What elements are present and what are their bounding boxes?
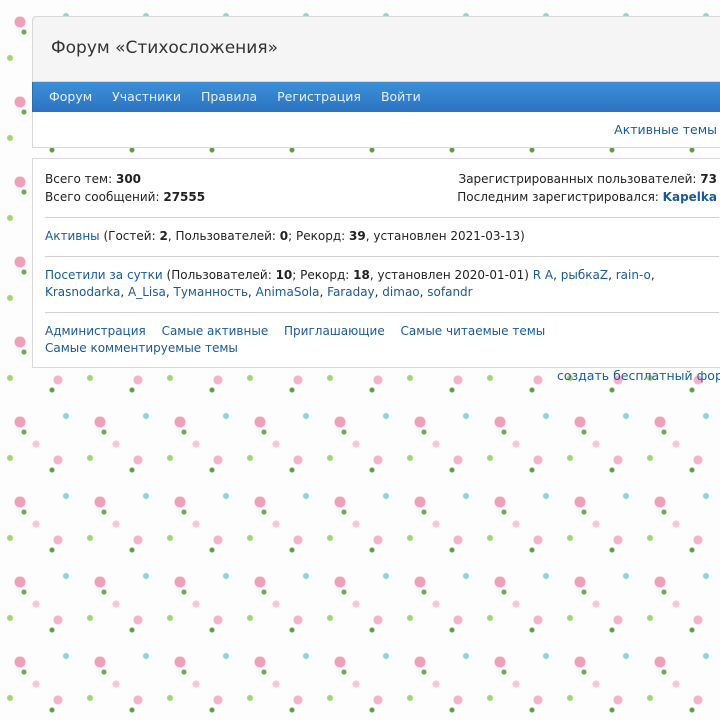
visitor-link[interactable]: dimao xyxy=(382,285,419,299)
stats-panel: Всего тем: 300 Всего сообщений: 27555 За… xyxy=(32,158,720,368)
visitor-link[interactable]: Faraday xyxy=(327,285,375,299)
online-record: 39 xyxy=(349,229,366,243)
daily-visitors-link[interactable]: Посетили за сутки xyxy=(45,268,163,282)
online-text-2: , Пользователей: xyxy=(167,229,276,243)
active-topics-link[interactable]: Активные темы xyxy=(614,122,717,137)
online-text-1: (Гостей: xyxy=(103,229,156,243)
daily-record: 18 xyxy=(353,268,370,282)
main-nav: Форум Участники Правила Регистрация Войт… xyxy=(32,82,720,112)
visitor-link[interactable]: sofandr xyxy=(427,285,472,299)
online-text-4: , установлен 2021-03-13) xyxy=(365,229,525,243)
stats-left: Всего тем: 300 Всего сообщений: 27555 xyxy=(45,170,205,206)
page-title: Форум «Стихосложения» xyxy=(51,38,278,58)
registered-value: 73 xyxy=(700,172,717,186)
inviters-link[interactable]: Приглашающие xyxy=(284,324,385,338)
nav-forum[interactable]: Форум xyxy=(39,82,102,112)
nav-login[interactable]: Войти xyxy=(371,82,431,112)
forum-container: Форум «Стихосложения» Форум Участники Пр… xyxy=(32,16,720,368)
posts-label: Всего сообщений: xyxy=(45,190,160,204)
sub-bar: Активные темы xyxy=(32,112,720,148)
most-active-link[interactable]: Самые активные xyxy=(162,324,269,338)
daily-text-2: ; Рекорд: xyxy=(292,268,350,282)
visitor-link[interactable]: рыбкаZ xyxy=(561,268,608,282)
divider xyxy=(45,217,719,218)
online-line: Активны (Гостей: 2, Пользователей: 0; Ре… xyxy=(45,228,719,245)
daily-text-1: (Пользователей: xyxy=(166,268,272,282)
divider xyxy=(45,256,719,257)
online-users: 0 xyxy=(279,229,289,243)
registered-label: Зарегистрированных пользователей: xyxy=(458,172,697,186)
online-guests: 2 xyxy=(159,229,168,243)
posts-value: 27555 xyxy=(163,190,206,204)
last-registered-user-link[interactable]: Kapelka xyxy=(663,190,717,204)
last-registered-label: Последним зарегистрировался: xyxy=(457,190,659,204)
online-link[interactable]: Активны xyxy=(45,229,100,243)
topics-label: Всего тем: xyxy=(45,172,113,186)
topics-value: 300 xyxy=(115,172,142,186)
divider xyxy=(45,312,719,313)
nav-rules[interactable]: Правила xyxy=(191,82,267,112)
most-read-topics-link[interactable]: Самые читаемые темы xyxy=(401,324,546,338)
administration-link[interactable]: Администрация xyxy=(45,324,146,338)
stats-row: Всего тем: 300 Всего сообщений: 27555 За… xyxy=(45,170,719,206)
forum-header: Форум «Стихосложения» xyxy=(32,16,720,82)
visitor-link[interactable]: R A xyxy=(533,268,553,282)
daily-users: 10 xyxy=(275,268,293,282)
most-commented-topics-link[interactable]: Самые комментируемые темы xyxy=(45,341,238,355)
online-text-3: ; Рекорд: xyxy=(288,229,346,243)
visitor-link[interactable]: Туманность xyxy=(173,285,248,299)
nav-register[interactable]: Регистрация xyxy=(267,82,371,112)
daily-text-3: , установлен 2020-01-01) xyxy=(369,268,529,282)
nav-members[interactable]: Участники xyxy=(102,82,191,112)
stats-links: Администрация Самые активные Приглашающи… xyxy=(45,323,719,357)
daily-line: Посетили за сутки (Пользователей: 10; Ре… xyxy=(45,268,655,299)
stats-right: Зарегистрированных пользователей: 73 Пос… xyxy=(457,170,719,206)
visitor-link[interactable]: Krasnodarka xyxy=(45,285,120,299)
create-forum-link[interactable]: создать бесплатный форум xyxy=(557,368,720,383)
visitor-link[interactable]: AnimaSola xyxy=(256,285,320,299)
visitor-link[interactable]: A_Lisa xyxy=(128,285,166,299)
visitor-link[interactable]: rain-o xyxy=(616,268,651,282)
